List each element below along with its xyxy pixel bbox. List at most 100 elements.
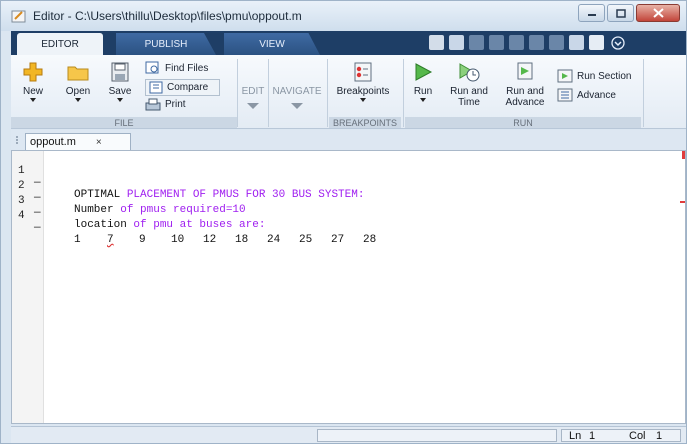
editor-window: Editor - C:\Users\thillu\Desktop\files\p…: [0, 0, 687, 444]
bus-value: 28: [363, 234, 377, 246]
open-label: Open: [65, 86, 91, 97]
advance-button[interactable]: Advance: [557, 88, 616, 102]
toolstrip-tabs: EDITOR PUBLISH VIEW: [11, 31, 686, 55]
editor-app-icon: [11, 10, 26, 23]
code-plain: location: [74, 219, 134, 231]
quick-access-icon[interactable]: [429, 35, 444, 50]
document-tab-label: oppout.m: [30, 136, 76, 148]
bus-value: 27: [331, 234, 345, 246]
maximize-icon: [615, 8, 626, 18]
warning-marker[interactable]: [682, 151, 685, 159]
minimize-toolstrip-icon[interactable]: [611, 36, 625, 50]
compare-button[interactable]: Compare: [145, 79, 221, 96]
print-label: Print: [165, 99, 186, 110]
find-files-button[interactable]: Find Files: [145, 61, 208, 75]
new-label: New: [22, 86, 43, 97]
run-section-label: Run Section: [577, 70, 632, 82]
tab-publish[interactable]: PUBLISH: [116, 33, 216, 55]
find-files-icon: [145, 61, 159, 74]
save-quick-icon[interactable]: [449, 35, 464, 50]
status-message-field: [317, 429, 557, 442]
drag-handle-icon[interactable]: [14, 135, 20, 145]
edit-group-button[interactable]: EDIT: [239, 83, 267, 111]
run-label: Run: [413, 86, 433, 97]
code-line[interactable]: 2 — Number of pmus required=10: [12, 168, 685, 216]
close-icon: [652, 8, 664, 18]
switch-windows-icon[interactable]: [569, 35, 584, 50]
tab-view[interactable]: VIEW: [224, 33, 320, 55]
bus-value: 25: [299, 234, 313, 246]
run-and-time-label-1: Run and: [450, 86, 488, 97]
print-button[interactable]: Print: [145, 98, 194, 111]
tab-editor[interactable]: EDITOR: [17, 33, 103, 55]
run-and-time-label-2: Time: [458, 97, 480, 108]
breakpoints-group-label: BREAKPOINTS: [332, 118, 397, 128]
breakpoints-label: Breakpoints: [336, 86, 390, 97]
run-and-advance-label-2: Advance: [505, 97, 545, 108]
bus-value: 9: [139, 234, 146, 246]
new-button[interactable]: New: [19, 61, 47, 102]
ribbon-separator: [268, 59, 269, 127]
bus-value: 10: [171, 234, 185, 246]
redo-icon[interactable]: [549, 35, 564, 50]
bus-value: 24: [267, 234, 281, 246]
close-window-button[interactable]: [636, 4, 680, 22]
file-group-label: FILE: [114, 118, 134, 128]
folder-icon: [67, 66, 89, 81]
undo-icon[interactable]: [529, 35, 544, 50]
run-section-button[interactable]: Run Section: [557, 69, 631, 83]
code-editor[interactable]: 1 — OPTIMAL PLACEMENT OF PMUS FOR 30 BUS…: [11, 150, 686, 424]
advance-label: Advance: [577, 89, 616, 101]
cut-icon[interactable]: [469, 35, 484, 50]
save-label: Save: [108, 86, 132, 97]
floppy-disk-icon: [111, 62, 129, 82]
code-text: location of pmu at buses are:: [74, 219, 265, 231]
run-play-icon: [415, 63, 433, 81]
copy-icon[interactable]: [489, 35, 504, 50]
bus-value: 12: [203, 234, 217, 246]
paste-icon[interactable]: [509, 35, 524, 50]
ribbon-separator: [643, 59, 644, 127]
run-button[interactable]: Run: [411, 61, 435, 102]
printer-icon: [145, 98, 161, 111]
col-label: Col: [629, 430, 646, 442]
run-and-advance-label-1: Run and: [506, 86, 544, 97]
chevron-down-icon: [30, 98, 36, 102]
code-line[interactable]: 1 — OPTIMAL PLACEMENT OF PMUS FOR 30 BUS…: [12, 153, 685, 201]
chevron-down-icon: [247, 103, 259, 109]
close-tab-icon[interactable]: ×: [96, 137, 102, 148]
advance-icon: [557, 88, 573, 102]
error-marker[interactable]: [680, 201, 685, 203]
bus-value: 18: [235, 234, 249, 246]
open-button[interactable]: Open: [63, 61, 93, 102]
breakpoints-button[interactable]: Breakpoints: [333, 61, 393, 102]
code-string: of pmu at buses are:: [133, 219, 266, 231]
col-value: 1: [656, 430, 663, 442]
navigate-group-button[interactable]: NAVIGATE: [271, 83, 323, 111]
ribbon: New Open Save Find Files Compare Print F…: [11, 55, 686, 129]
document-tabs: oppout.m ×: [11, 130, 686, 150]
compare-icon: [149, 81, 163, 94]
find-files-label: Find Files: [165, 62, 209, 74]
help-icon[interactable]: [589, 35, 604, 50]
compare-label: Compare: [167, 82, 209, 93]
bus-value: 1: [74, 234, 81, 246]
chevron-down-icon: [420, 98, 426, 102]
ribbon-separator: [237, 59, 238, 127]
navigate-label: NAVIGATE: [272, 86, 322, 97]
new-plus-icon: [23, 62, 43, 82]
maximize-button[interactable]: [607, 4, 634, 22]
chevron-down-icon: [117, 98, 123, 102]
code-line[interactable]: 3 — location of pmu at buses are:: [12, 183, 685, 231]
breakpoints-icon: [354, 62, 372, 82]
bus-value: 7: [107, 234, 114, 246]
document-tab-oppout[interactable]: oppout.m ×: [25, 133, 131, 150]
save-button[interactable]: Save: [105, 61, 135, 102]
code-line[interactable]: 4 — 1 7 9 10 12 18 24 25 27 28: [12, 198, 685, 246]
chevron-down-icon: [360, 98, 366, 102]
minimize-button[interactable]: [578, 4, 605, 22]
chevron-down-icon: [291, 103, 303, 109]
run-and-time-button[interactable]: Run and Time: [447, 61, 491, 108]
title-bar[interactable]: Editor - C:\Users\thillu\Desktop\files\p…: [1, 1, 686, 31]
run-and-advance-button[interactable]: Run and Advance: [501, 61, 549, 108]
